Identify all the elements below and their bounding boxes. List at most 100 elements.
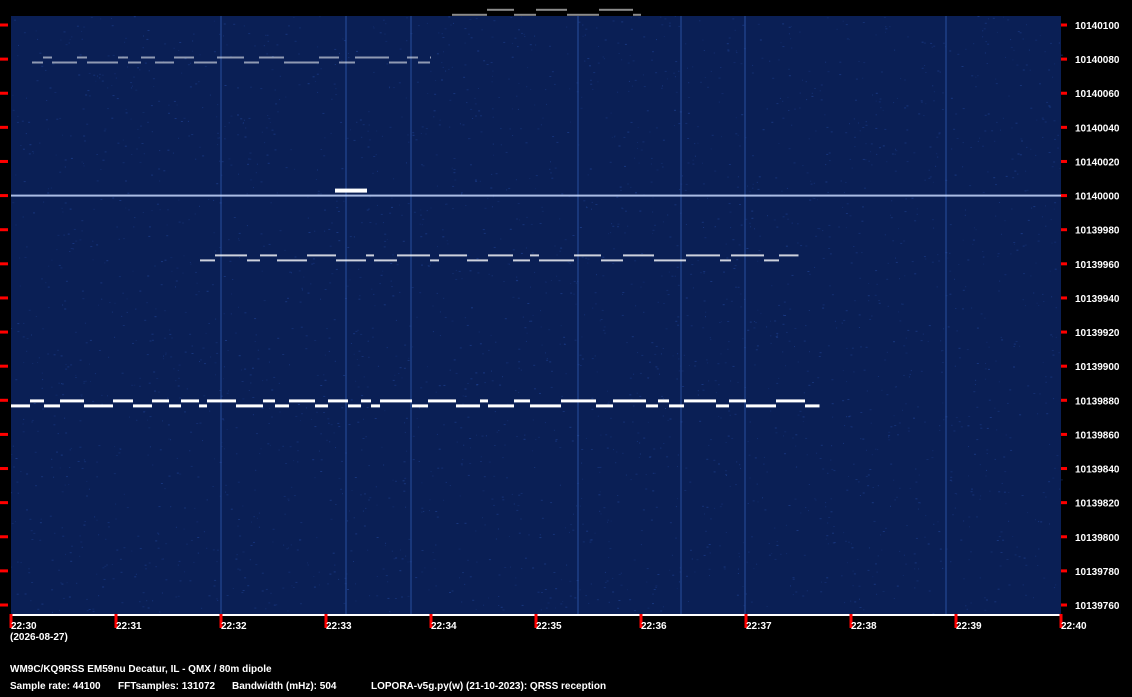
keyed-segment [633, 13, 641, 16]
noise-speck [570, 524, 573, 526]
noise-speck [348, 424, 351, 425]
noise-speck [559, 250, 561, 252]
noise-speck [80, 394, 83, 396]
noise-speck [293, 587, 295, 588]
noise-speck [811, 95, 814, 97]
noise-speck [362, 124, 365, 126]
noise-speck [535, 44, 537, 46]
noise-speck [137, 67, 139, 69]
noise-speck [191, 134, 194, 136]
noise-speck [971, 75, 974, 77]
noise-speck [870, 422, 872, 424]
noise-speck [376, 504, 378, 506]
noise-speck [391, 550, 393, 552]
noise-speck [630, 283, 633, 285]
noise-speck [684, 189, 687, 191]
noise-speck [973, 43, 975, 45]
noise-speck [481, 435, 484, 437]
noise-speck [807, 271, 810, 272]
noise-speck [1042, 492, 1045, 494]
noise-speck [357, 386, 360, 388]
noise-speck [643, 36, 646, 38]
noise-speck [201, 607, 203, 609]
noise-speck [238, 173, 239, 175]
noise-speck [518, 361, 521, 363]
noise-speck [470, 447, 471, 449]
noise-speck [754, 457, 757, 459]
noise-speck [150, 105, 153, 107]
keyed-segment [514, 399, 530, 403]
noise-speck [1050, 334, 1053, 336]
noise-speck [365, 507, 367, 509]
noise-speck [963, 578, 965, 580]
noise-speck [646, 110, 649, 112]
y-tick-left [0, 194, 8, 198]
noise-speck [674, 275, 676, 277]
noise-speck [1007, 19, 1010, 21]
noise-speck [481, 29, 483, 31]
noise-speck [467, 416, 470, 418]
noise-speck [265, 608, 267, 610]
noise-speck [169, 329, 171, 331]
noise-speck [123, 547, 126, 549]
noise-speck [826, 153, 829, 155]
noise-speck [333, 571, 336, 573]
noise-speck [441, 467, 444, 469]
noise-speck [464, 583, 466, 585]
noise-speck [1020, 233, 1023, 235]
noise-speck [88, 609, 91, 610]
noise-speck [333, 83, 336, 85]
noise-speck [442, 236, 445, 238]
noise-speck [647, 421, 649, 423]
noise-speck [287, 498, 290, 500]
noise-speck [499, 384, 502, 386]
noise-speck [590, 539, 593, 541]
noise-speck [979, 424, 982, 426]
noise-speck [297, 461, 299, 463]
noise-speck [230, 115, 233, 117]
noise-speck [1045, 496, 1047, 498]
noise-speck [870, 143, 873, 145]
noise-speck [933, 45, 936, 47]
keyed-segment [371, 404, 380, 408]
noise-speck [970, 551, 972, 553]
noise-speck [756, 181, 758, 183]
noise-speck [323, 155, 326, 157]
noise-speck [854, 300, 856, 302]
noise-speck [62, 134, 63, 136]
noise-speck [298, 84, 301, 86]
noise-speck [559, 218, 561, 220]
noise-speck [733, 268, 736, 269]
noise-speck [373, 156, 376, 157]
noise-speck [332, 552, 335, 554]
noise-speck [814, 88, 816, 89]
noise-speck [718, 463, 720, 465]
noise-speck [341, 407, 344, 409]
noise-speck [470, 164, 472, 166]
noise-speck [70, 447, 72, 449]
noise-speck [96, 573, 98, 575]
noise-speck [222, 378, 224, 380]
noise-speck [130, 118, 132, 120]
noise-speck [882, 145, 885, 147]
noise-speck [96, 180, 99, 182]
noise-speck [687, 162, 690, 164]
noise-speck [809, 199, 812, 201]
noise-speck [602, 256, 605, 258]
noise-speck [1001, 482, 1003, 484]
noise-speck [96, 476, 98, 478]
noise-speck [635, 305, 637, 307]
noise-speck [366, 209, 369, 211]
noise-speck [581, 498, 583, 499]
noise-speck [962, 142, 964, 144]
noise-speck [825, 61, 827, 63]
noise-speck [942, 350, 944, 352]
noise-speck [554, 83, 556, 85]
noise-speck [550, 172, 552, 174]
noise-speck [1041, 117, 1044, 119]
noise-speck [704, 513, 705, 515]
noise-speck [178, 377, 180, 379]
noise-speck [69, 449, 71, 451]
noise-speck [318, 584, 320, 586]
noise-speck [56, 118, 59, 120]
